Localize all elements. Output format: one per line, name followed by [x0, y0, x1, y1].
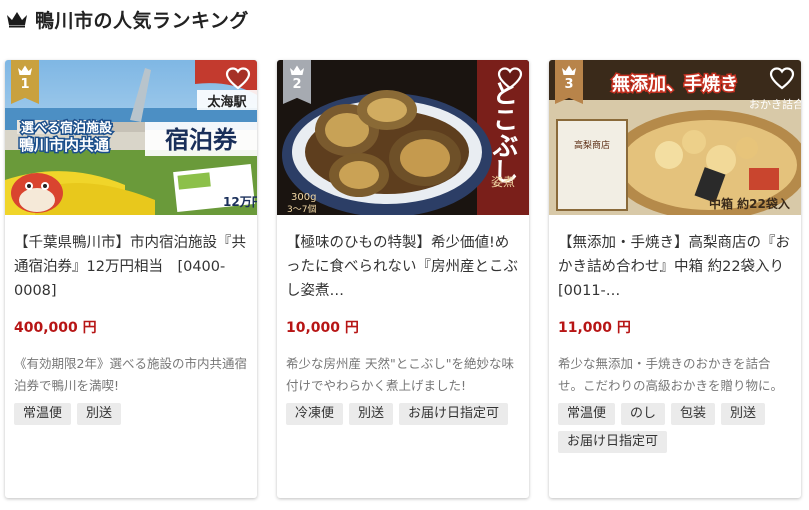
favorite-button[interactable] [769, 66, 795, 92]
image-title-text: 無添加、手焼き [612, 73, 738, 95]
svg-text:高梨商店: 高梨商店 [574, 139, 610, 151]
image-title-text: とこぶし [488, 80, 518, 184]
ranking-card-3[interactable]: 高梨商店 無添加、手焼き おかき詰合せ 中箱 約22袋入 3 【無添加・手焼き】… [549, 60, 801, 498]
image-title-text: 鴨川市内共通 [19, 136, 109, 154]
ranking-card-2[interactable]: とこぶし 姿煮 300g 3〜7個 2 【極味のひもの特製】希少価値!めったに食… [277, 60, 529, 498]
product-description: 希少な房州産 天然"とこぶし"を絶妙な味付けでやわらかく煮上げました! [286, 356, 514, 393]
ranking-list: 太海駅 宿泊券 選べる宿泊施設 鴨川市内共通 12万円 1 [5, 60, 806, 500]
favorite-button[interactable] [225, 66, 251, 92]
image-subtitle-text: おかき詰合せ [749, 97, 801, 111]
product-price: 11,000 円 [558, 320, 631, 336]
product-title[interactable]: 【千葉県鴨川市】市内宿泊施設『共通宿泊券』12万円相当 [0400-0008] [14, 231, 249, 303]
tag: 別送 [721, 403, 766, 425]
image-box-text: 中箱 約22袋入 [709, 196, 790, 211]
product-title[interactable]: 【極味のひもの特製】希少価値!めったに食べられない『房州産とこぶし姿煮… [286, 231, 521, 303]
tag: 冷凍便 [286, 403, 344, 425]
image-weight-text: 300g [291, 192, 316, 203]
product-price: 400,000 円 [14, 320, 97, 336]
favorite-button[interactable] [497, 66, 523, 92]
crown-icon [6, 10, 28, 28]
product-price: 10,000 円 [286, 320, 359, 336]
product-image[interactable]: 高梨商店 無添加、手焼き おかき詰合せ 中箱 約22袋入 3 [549, 60, 801, 215]
rank-badge: 3 [555, 60, 583, 104]
product-description: 《有効期限2年》選べる施設の市内共通宿泊券で鴨川を満喫! [14, 356, 247, 393]
section-title: 鴨川市の人気ランキング [35, 9, 249, 32]
product-image[interactable]: 太海駅 宿泊券 選べる宿泊施設 鴨川市内共通 12万円 1 [5, 60, 257, 215]
product-title[interactable]: 【無添加・手焼き】高梨商店の『おかき詰め合わせ』中箱 約22袋入り [0011-… [558, 231, 793, 303]
image-ticket-text: 宿泊券 [165, 126, 238, 154]
tag: 常温便 [558, 403, 616, 425]
image-amount-text: 12万円 [223, 195, 257, 209]
tag-list: 冷凍便 別送 お届け日指定可 [286, 403, 521, 425]
product-image[interactable]: とこぶし 姿煮 300g 3〜7個 2 [277, 60, 529, 215]
tag: お届け日指定可 [558, 431, 668, 453]
heart-icon [497, 67, 523, 90]
tag: お届け日指定可 [399, 403, 509, 425]
section-heading: 鴨川市の人気ランキング [6, 6, 249, 32]
image-subtitle-text: 選べる宿泊施設 [21, 120, 113, 136]
product-description: 希少な無添加・手焼きのおかきを詰合せ。こだわりの高級おかきを贈り物に。 [558, 356, 784, 393]
tag-list: 常温便 のし 包装 別送 お届け日指定可 [558, 403, 793, 453]
tag: 別送 [349, 403, 394, 425]
rank-badge: 2 [283, 60, 311, 104]
heart-icon [769, 67, 795, 90]
rank-number: 2 [292, 77, 302, 92]
ranking-card-1[interactable]: 太海駅 宿泊券 選べる宿泊施設 鴨川市内共通 12万円 1 [5, 60, 257, 498]
tag: 包装 [671, 403, 716, 425]
image-subtitle-text: 姿煮 [491, 175, 515, 189]
crown-icon [562, 65, 576, 75]
rank-number: 1 [20, 77, 30, 92]
tag: 別送 [77, 403, 122, 425]
tag-list: 常温便 別送 [14, 403, 249, 425]
crown-icon [290, 65, 304, 75]
crown-icon [18, 65, 32, 75]
tag: 常温便 [14, 403, 72, 425]
image-count-text: 3〜7個 [287, 203, 316, 215]
rank-number: 3 [564, 77, 574, 92]
rank-badge: 1 [11, 60, 39, 104]
tag: のし [621, 403, 666, 425]
heart-icon [225, 67, 251, 90]
image-sign-text: 太海駅 [206, 94, 247, 110]
